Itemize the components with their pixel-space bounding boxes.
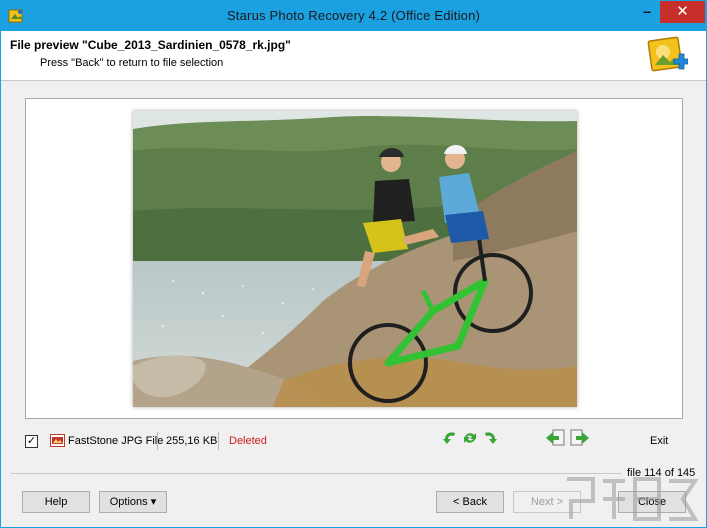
file-size-label: 255,16 KB <box>166 435 218 447</box>
previous-file-icon[interactable] <box>545 429 565 447</box>
file-status-badge: Deleted <box>229 435 267 447</box>
preview-frame <box>25 98 683 419</box>
preview-image <box>133 111 577 407</box>
file-type-label: FastStone JPG File <box>68 435 164 447</box>
close-window-button[interactable]: ✕ <box>660 1 705 23</box>
flip-icon[interactable] <box>462 429 478 447</box>
jpg-file-type-icon <box>50 434 65 447</box>
window-title: Starus Photo Recovery 4.2 (Office Editio… <box>226 8 481 23</box>
page-subtitle: Press "Back" to return to file selection <box>40 57 224 69</box>
page-title: File preview "Cube_2013_Sardinien_0578_r… <box>10 38 291 52</box>
rotate-right-icon[interactable] <box>482 429 498 447</box>
keep-file-checkbox[interactable]: ✓ <box>25 435 38 448</box>
minimize-button[interactable]: – <box>634 1 660 23</box>
header-panel: File preview "Cube_2013_Sardinien_0578_r… <box>1 31 706 81</box>
divider <box>157 432 158 450</box>
divider <box>11 473 621 474</box>
back-button[interactable]: < Back <box>436 491 504 513</box>
rotate-left-icon[interactable] <box>442 429 458 447</box>
exit-link[interactable]: Exit <box>650 435 668 447</box>
photo-recovery-logo-icon <box>647 36 688 72</box>
app-window: Starus Photo Recovery 4.2 (Office Editio… <box>0 0 707 528</box>
help-button[interactable]: Help <box>22 491 90 513</box>
title-bar[interactable]: Starus Photo Recovery 4.2 (Office Editio… <box>1 1 706 31</box>
divider <box>218 432 219 450</box>
options-button[interactable]: Options ▾ <box>99 491 167 513</box>
watermark-logo-icon <box>567 477 699 521</box>
next-file-icon[interactable] <box>570 429 590 447</box>
